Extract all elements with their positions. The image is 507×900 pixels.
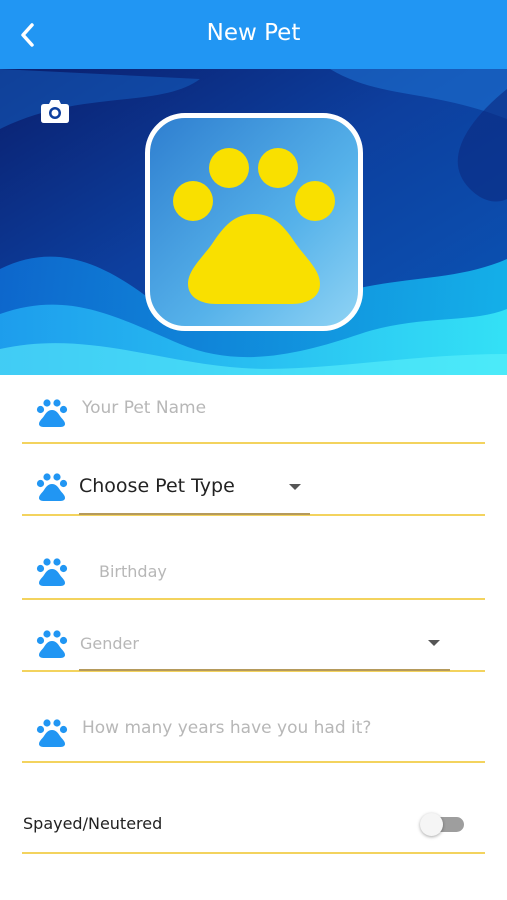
pet-photo[interactable] — [145, 113, 363, 331]
pet-type-dropdown[interactable]: Choose Pet Type — [79, 475, 235, 497]
spayed-row — [22, 763, 485, 854]
pet-name-input[interactable]: Your Pet Name — [82, 398, 206, 418]
paw-icon — [36, 558, 68, 586]
birthday-field[interactable]: Birthday — [99, 562, 167, 581]
chevron-down-icon — [428, 640, 440, 646]
page-title: New Pet — [206, 20, 301, 46]
spayed-toggle[interactable] — [418, 812, 466, 836]
camera-button[interactable] — [38, 96, 72, 126]
paw-icon — [36, 630, 68, 658]
paw-icon — [36, 719, 68, 747]
birthday-row — [22, 516, 485, 600]
hero-banner — [0, 69, 507, 375]
paw-logo-icon — [173, 148, 335, 304]
spayed-label: Spayed/Neutered — [23, 814, 163, 833]
gender-underline — [79, 669, 450, 671]
app-bar: New Pet — [0, 0, 507, 69]
toggle-knob — [420, 813, 443, 836]
paw-icon — [36, 473, 68, 501]
chevron-down-icon — [289, 484, 301, 490]
years-owned-input[interactable]: How many years have you had it? — [82, 718, 371, 738]
camera-icon — [41, 100, 69, 123]
gender-dropdown[interactable]: Gender — [80, 634, 139, 653]
paw-icon — [36, 399, 68, 427]
pet-type-underline — [79, 513, 310, 515]
